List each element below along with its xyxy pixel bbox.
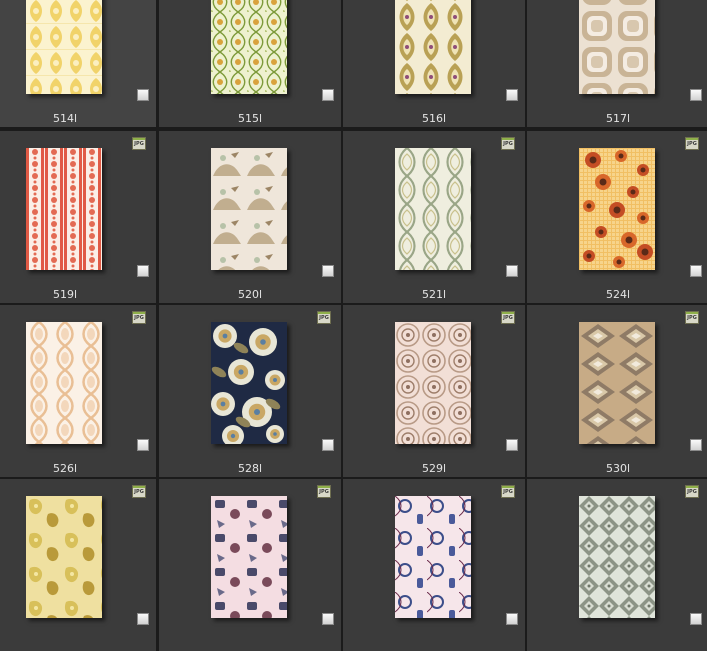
thumbnail-cell[interactable]: JPG — [343, 479, 525, 651]
wallpaper-thumbnail[interactable] — [579, 0, 655, 94]
wallpaper-thumbnail[interactable] — [395, 496, 471, 618]
wallpaper-thumbnail[interactable] — [26, 496, 102, 618]
thumbnail-cell[interactable]: 524l JPG — [527, 131, 707, 303]
wallpaper-thumbnail[interactable] — [211, 496, 287, 618]
jpg-file-icon: JPG — [685, 311, 699, 324]
jpg-file-icon: JPG — [132, 311, 146, 324]
wallpaper-thumbnail[interactable] — [26, 322, 102, 444]
select-checkbox[interactable] — [506, 439, 518, 451]
select-checkbox[interactable] — [690, 613, 702, 625]
select-checkbox[interactable] — [322, 439, 334, 451]
select-checkbox[interactable] — [506, 265, 518, 277]
jpg-file-icon: JPG — [685, 485, 699, 498]
select-checkbox[interactable] — [506, 89, 518, 101]
jpg-file-icon: JPG — [132, 485, 146, 498]
thumbnail-label: 517l — [605, 112, 631, 125]
wallpaper-thumbnail[interactable] — [579, 496, 655, 618]
thumbnail-label: 529l — [421, 462, 447, 475]
thumbnail-cell[interactable]: 521l JPG — [343, 131, 525, 303]
select-checkbox[interactable] — [506, 613, 518, 625]
wallpaper-thumbnail[interactable] — [579, 322, 655, 444]
select-checkbox[interactable] — [690, 265, 702, 277]
wallpaper-thumbnail[interactable] — [26, 0, 102, 94]
thumbnail-cell[interactable]: 520l — [159, 131, 341, 303]
select-checkbox[interactable] — [137, 613, 149, 625]
thumbnail-label: 530l — [605, 462, 631, 475]
jpg-file-icon: JPG — [501, 311, 515, 324]
thumbnail-cell[interactable]: 516l — [343, 0, 525, 127]
select-checkbox[interactable] — [322, 265, 334, 277]
jpg-file-icon: JPG — [501, 137, 515, 150]
thumbnail-cell[interactable]: 519l JPG — [0, 131, 156, 303]
thumbnail-label: 514l — [52, 112, 78, 125]
thumbnail-label: 515l — [237, 112, 263, 125]
thumbnail-label: 520l — [237, 288, 263, 301]
wallpaper-thumbnail[interactable] — [211, 0, 287, 94]
select-checkbox[interactable] — [137, 265, 149, 277]
thumbnail-label: 516l — [421, 112, 447, 125]
wallpaper-thumbnail[interactable] — [211, 148, 287, 270]
thumbnail-cell[interactable]: 515l — [159, 0, 341, 127]
select-checkbox[interactable] — [690, 439, 702, 451]
thumbnail-cell[interactable]: 530l JPG — [527, 305, 707, 477]
jpg-file-icon: JPG — [132, 137, 146, 150]
select-checkbox[interactable] — [690, 89, 702, 101]
thumbnail-cell[interactable]: 526l JPG — [0, 305, 156, 477]
thumbnail-cell[interactable]: JPG — [0, 479, 156, 651]
select-checkbox[interactable] — [137, 89, 149, 101]
thumbnail-cell[interactable]: JPG — [527, 479, 707, 651]
thumbnail-cell[interactable]: 528l JPG — [159, 305, 341, 477]
thumbnail-cell[interactable]: 517l — [527, 0, 707, 127]
wallpaper-thumbnail[interactable] — [26, 148, 102, 270]
wallpaper-thumbnail[interactable] — [211, 322, 287, 444]
jpg-file-icon: JPG — [317, 485, 331, 498]
thumbnail-label: 528l — [237, 462, 263, 475]
wallpaper-thumbnail[interactable] — [395, 0, 471, 94]
wallpaper-thumbnail[interactable] — [395, 322, 471, 444]
select-checkbox[interactable] — [322, 613, 334, 625]
select-checkbox[interactable] — [137, 439, 149, 451]
jpg-file-icon: JPG — [501, 485, 515, 498]
select-checkbox[interactable] — [322, 89, 334, 101]
jpg-file-icon: JPG — [685, 137, 699, 150]
wallpaper-thumbnail[interactable] — [395, 148, 471, 270]
jpg-file-icon: JPG — [317, 311, 331, 324]
thumbnail-grid: 514l 515l 516l 517l 519l JPG 520l 521l J… — [0, 0, 707, 651]
thumbnail-cell[interactable]: JPG — [159, 479, 341, 651]
thumbnail-label: 521l — [421, 288, 447, 301]
thumbnail-label: 526l — [52, 462, 78, 475]
thumbnail-label: 524l — [605, 288, 631, 301]
wallpaper-thumbnail[interactable] — [579, 148, 655, 270]
thumbnail-label: 519l — [52, 288, 78, 301]
thumbnail-cell[interactable]: 514l — [0, 0, 156, 127]
thumbnail-cell[interactable]: 529l JPG — [343, 305, 525, 477]
